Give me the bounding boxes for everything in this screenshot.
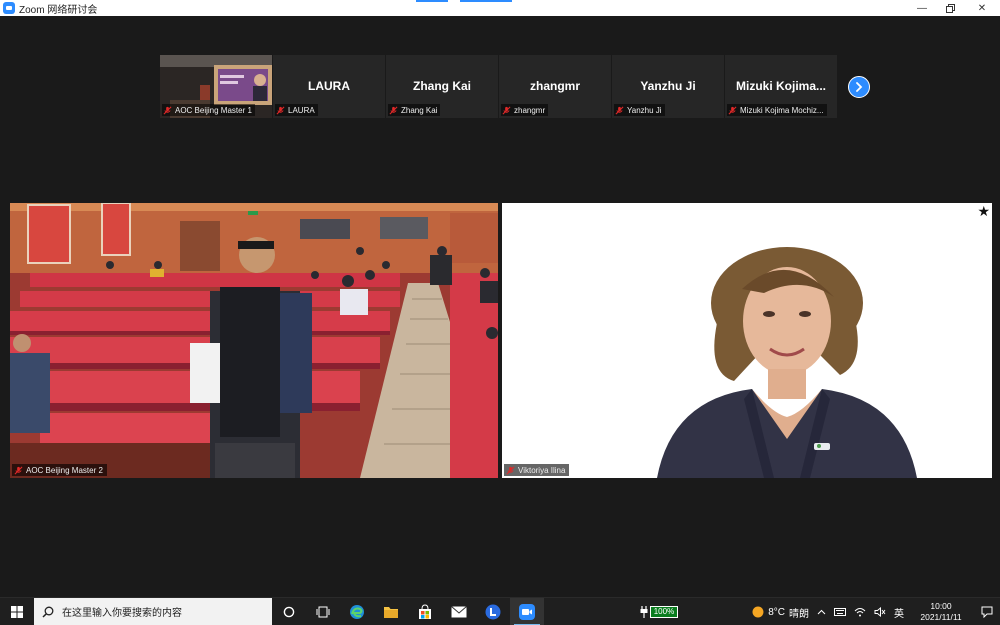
close-icon[interactable]: ✕ (964, 0, 1000, 16)
video-label: Viktoriya Ilina (504, 464, 570, 476)
video-label: AOC Beijing Master 2 (12, 464, 107, 476)
mic-muted-icon (502, 106, 511, 114)
start-button[interactable] (0, 598, 34, 625)
plug-icon (640, 606, 648, 618)
ime-indicator[interactable]: 英 (894, 605, 904, 620)
battery-percent: 100% (649, 606, 679, 618)
participant-label: Yanzhu Ji (614, 104, 665, 116)
auditorium-video-frame (10, 203, 498, 478)
participant-name: LAURA (308, 79, 350, 93)
taskbar-app-mail[interactable] (442, 598, 476, 625)
wifi-icon[interactable] (854, 607, 866, 617)
chevron-right-icon (856, 82, 863, 92)
star-icon: ★ (977, 203, 990, 219)
cortana-circle-icon (283, 606, 295, 617)
mic-muted-icon (389, 106, 398, 114)
mic-muted-icon (14, 466, 23, 474)
gallery-next-button[interactable] (848, 76, 870, 98)
taskbar-app-l[interactable] (476, 598, 510, 625)
gallery-strip: AOC Beijing Master 1 LAURA LAURA Zhang K… (160, 55, 837, 118)
clock-time: 10:00 (930, 601, 952, 611)
participant-tile[interactable]: LAURA LAURA (273, 55, 385, 118)
video-tile-speaker[interactable]: ★ Viktoriya Ilina (502, 203, 992, 478)
weather-desc: 晴朗 (789, 608, 809, 620)
participant-tile[interactable]: Zhang Kai Zhang Kai (386, 55, 498, 118)
window-title: Zoom 网络研讨会 (19, 4, 98, 16)
folder-icon (384, 606, 398, 618)
participant-tile[interactable]: AOC Beijing Master 1 (160, 55, 272, 118)
l-app-icon (485, 604, 501, 619)
title-accent (460, 0, 512, 2)
title-bar: Zoom 网络研讨会 — ✕ (0, 0, 1000, 16)
taskbar-app-zoom[interactable] (510, 597, 544, 625)
mic-muted-icon (276, 106, 285, 114)
windows-taskbar: 在这里输入你要搜索的内容 100% 8°C 晴朗 英 10:00 2021/11… (0, 597, 1000, 625)
restore-icon[interactable] (932, 0, 968, 16)
taskbar-search-input[interactable]: 在这里输入你要搜索的内容 (34, 597, 272, 625)
participant-name: Mizuki Kojima... (735, 79, 826, 93)
search-icon (42, 606, 54, 618)
participant-label: AOC Beijing Master 1 (162, 104, 255, 116)
clock-date: 2021/11/11 (920, 612, 962, 622)
notification-center-button[interactable] (974, 606, 1000, 618)
mic-muted-icon (506, 466, 515, 474)
taskbar-clock[interactable]: 10:00 2021/11/11 (908, 601, 974, 623)
store-bag-icon (419, 603, 431, 619)
system-tray: 100% 8°C 晴朗 英 10:00 2021/11/11 (640, 598, 1000, 625)
participant-label: Zhang Kai (388, 104, 441, 116)
tray-overflow-icon[interactable] (817, 609, 826, 615)
sun-icon (752, 606, 764, 618)
participant-label: LAURA (275, 104, 318, 116)
taskbar-app-store[interactable] (408, 598, 442, 625)
participant-tile[interactable]: Yanzhu Ji Yanzhu Ji (612, 55, 724, 118)
participant-tile[interactable]: Mizuki Kojima... Mizuki Kojima Mochiz... (725, 55, 837, 118)
zoom-window: Zoom 网络研讨会 — ✕ AOC Beijing Master 1 LAUR… (0, 0, 1000, 625)
task-view-button[interactable] (306, 598, 340, 625)
battery-indicator[interactable]: 100% (640, 606, 679, 618)
participant-name: Yanzhu Ji (640, 79, 696, 93)
search-placeholder: 在这里输入你要搜索的内容 (62, 608, 182, 619)
participant-label: zhangmr (501, 104, 549, 116)
taskbar-app-explorer[interactable] (374, 598, 408, 625)
zoom-logo-icon (3, 2, 15, 14)
keyboard-icon[interactable] (834, 608, 846, 616)
taskbar-app-edge[interactable] (340, 598, 374, 625)
mic-muted-icon (615, 106, 624, 114)
task-view-icon (316, 606, 330, 617)
notification-icon (981, 606, 993, 618)
speaker-video-frame (502, 203, 992, 478)
mic-muted-icon (163, 106, 172, 114)
windows-logo-icon (11, 605, 23, 618)
cortana-button[interactable] (272, 598, 306, 625)
mail-icon (451, 605, 467, 617)
title-accent (416, 0, 448, 2)
participant-name: Zhang Kai (412, 79, 471, 93)
video-tile-auditorium[interactable]: AOC Beijing Master 2 (10, 203, 498, 478)
zoom-app-icon (519, 603, 535, 620)
participant-label: Mizuki Kojima Mochiz... (727, 104, 827, 116)
participant-tile[interactable]: zhangmr zhangmr (499, 55, 611, 118)
mic-muted-icon (728, 106, 737, 114)
volume-muted-icon[interactable] (874, 607, 886, 617)
participant-name: zhangmr (529, 79, 580, 93)
weather-widget[interactable]: 8°C 晴朗 (752, 605, 809, 620)
edge-browser-icon (350, 604, 364, 619)
weather-temp: 8°C (768, 606, 785, 618)
